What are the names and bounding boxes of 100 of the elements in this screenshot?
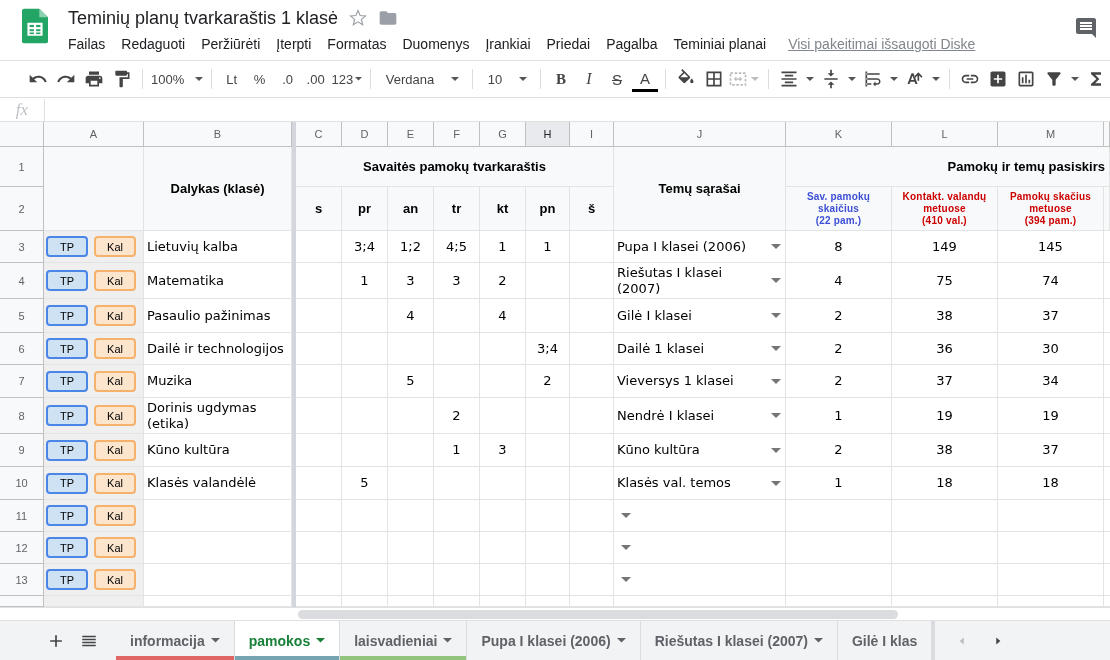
- column-header[interactable]: H: [526, 122, 570, 147]
- dropdown-cell[interactable]: Klasės val. temos: [614, 467, 786, 500]
- kal-button[interactable]: Kal: [94, 338, 136, 359]
- comment-icon[interactable]: [1074, 16, 1098, 40]
- dropdown-arrow-icon[interactable]: [621, 545, 631, 550]
- decrease-decimals-button[interactable]: .0: [274, 66, 301, 92]
- row-header[interactable]: 6: [0, 333, 44, 365]
- align-icon[interactable]: [779, 69, 799, 89]
- menu-item[interactable]: Teminiai planai: [665, 34, 775, 54]
- menu-item[interactable]: Redaguoti: [113, 34, 194, 54]
- caret-icon[interactable]: [932, 77, 940, 81]
- menu-item[interactable]: Įrankiai: [477, 34, 539, 54]
- column-header[interactable]: B: [144, 122, 292, 147]
- menu-item[interactable]: Pagalba: [598, 34, 666, 54]
- dropdown-arrow-icon[interactable]: [771, 346, 781, 351]
- paint-format-icon[interactable]: [112, 69, 132, 89]
- tp-button[interactable]: TP: [46, 505, 88, 526]
- corner-cell[interactable]: [0, 122, 44, 147]
- text-color-button[interactable]: A: [632, 66, 658, 92]
- dropdown-arrow-icon[interactable]: [771, 378, 781, 384]
- dropdown-cell[interactable]: Kūno kultūra: [614, 434, 786, 467]
- sheet-tab[interactable]: laisvadieniai: [340, 621, 468, 660]
- kal-button[interactable]: Kal: [94, 472, 136, 494]
- dropdown-cell[interactable]: Riešutas I klasei (2007): [614, 263, 786, 299]
- menu-item[interactable]: Formatas: [319, 34, 395, 54]
- menu-item[interactable]: Duomenys: [394, 34, 478, 54]
- dropdown-arrow-icon[interactable]: [621, 577, 631, 582]
- star-icon[interactable]: [348, 8, 369, 28]
- borders-icon[interactable]: [704, 69, 724, 89]
- kal-button[interactable]: Kal: [94, 236, 136, 257]
- row-header[interactable]: 8: [0, 398, 44, 434]
- tp-button[interactable]: TP: [46, 472, 88, 494]
- save-status-link[interactable]: Visi pakeitimai išsaugoti Diske: [788, 36, 976, 52]
- tp-button[interactable]: TP: [46, 236, 88, 257]
- row-header[interactable]: 1: [0, 147, 44, 187]
- row-header[interactable]: 11: [0, 500, 44, 532]
- scrollbar-thumb[interactable]: [298, 610, 898, 619]
- column-header[interactable]: M: [998, 122, 1104, 147]
- dropdown-arrow-icon[interactable]: [771, 313, 781, 318]
- row-header[interactable]: 9: [0, 434, 44, 467]
- kal-button[interactable]: Kal: [94, 370, 136, 392]
- kal-button[interactable]: Kal: [94, 270, 136, 291]
- row-header[interactable]: 13: [0, 564, 44, 596]
- sheet-tab[interactable]: informacija: [116, 621, 235, 660]
- column-header[interactable]: K: [786, 122, 892, 147]
- bold-button[interactable]: B: [548, 66, 574, 92]
- dropdown-arrow-icon[interactable]: [771, 447, 781, 453]
- caret-icon[interactable]: [1071, 77, 1079, 81]
- dropdown-cell[interactable]: Dailė 1 klasei: [614, 333, 786, 365]
- dropdown-cell[interactable]: Gilė I klasei: [614, 299, 786, 333]
- column-header[interactable]: E: [388, 122, 434, 147]
- dropdown-arrow-icon[interactable]: [771, 413, 781, 418]
- dropdown-arrow-icon[interactable]: [621, 513, 631, 518]
- column-header[interactable]: J: [614, 122, 786, 147]
- dropdown-cell[interactable]: Pupa I klasei (2006): [614, 231, 786, 263]
- kal-button[interactable]: Kal: [94, 537, 136, 558]
- increase-decimals-button[interactable]: .00: [302, 66, 329, 92]
- kal-button[interactable]: Kal: [94, 569, 136, 590]
- print-icon[interactable]: [84, 69, 104, 89]
- add-comment-icon[interactable]: [988, 69, 1008, 89]
- dropdown-arrow-icon[interactable]: [771, 480, 781, 486]
- caret-icon[interactable]: [890, 77, 898, 81]
- menu-item[interactable]: Peržiūrėti: [193, 34, 269, 54]
- tp-button[interactable]: TP: [46, 305, 88, 326]
- kal-button[interactable]: Kal: [94, 405, 136, 426]
- dropdown-cell[interactable]: [614, 532, 786, 564]
- kal-button[interactable]: Kal: [94, 305, 136, 326]
- italic-button[interactable]: I: [576, 66, 602, 92]
- tp-button[interactable]: TP: [46, 270, 88, 291]
- column-header[interactable]: D: [342, 122, 388, 147]
- menu-item[interactable]: Priedai: [538, 34, 599, 54]
- sheet-tab[interactable]: Pupa I klasei (2006): [467, 621, 641, 660]
- tp-button[interactable]: TP: [46, 537, 88, 558]
- row-header[interactable]: 2: [0, 187, 44, 231]
- zoom-dropdown[interactable]: 100%: [150, 66, 204, 92]
- kal-button[interactable]: Kal: [94, 439, 136, 461]
- tp-button[interactable]: TP: [46, 338, 88, 359]
- row-header[interactable]: 10: [0, 467, 44, 500]
- row-header[interactable]: 3: [0, 231, 44, 263]
- currency-button[interactable]: Lt: [218, 66, 245, 92]
- document-title[interactable]: Teminių planų tvarkaraštis 1 klasė: [68, 7, 339, 29]
- column-header[interactable]: L: [892, 122, 998, 147]
- menu-item[interactable]: Įterpti: [268, 34, 320, 54]
- dropdown-cell[interactable]: Vieversys 1 klasei: [614, 365, 786, 398]
- row-header[interactable]: 5: [0, 299, 44, 333]
- column-header[interactable]: G: [480, 122, 526, 147]
- caret-icon[interactable]: [806, 77, 814, 81]
- folder-icon[interactable]: [378, 8, 399, 28]
- row-header[interactable]: 12: [0, 532, 44, 564]
- tp-button[interactable]: TP: [46, 405, 88, 426]
- row-header[interactable]: 4: [0, 263, 44, 299]
- number-format-dropdown[interactable]: 123: [330, 66, 363, 92]
- text-wrap-icon[interactable]: [863, 69, 883, 89]
- column-header[interactable]: C: [296, 122, 342, 147]
- column-header[interactable]: F: [434, 122, 480, 147]
- row-header[interactable]: 7: [0, 365, 44, 398]
- column-header[interactable]: I: [570, 122, 614, 147]
- font-size-dropdown[interactable]: 10: [479, 66, 533, 92]
- caret-icon[interactable]: [848, 77, 856, 81]
- tp-button[interactable]: TP: [46, 569, 88, 590]
